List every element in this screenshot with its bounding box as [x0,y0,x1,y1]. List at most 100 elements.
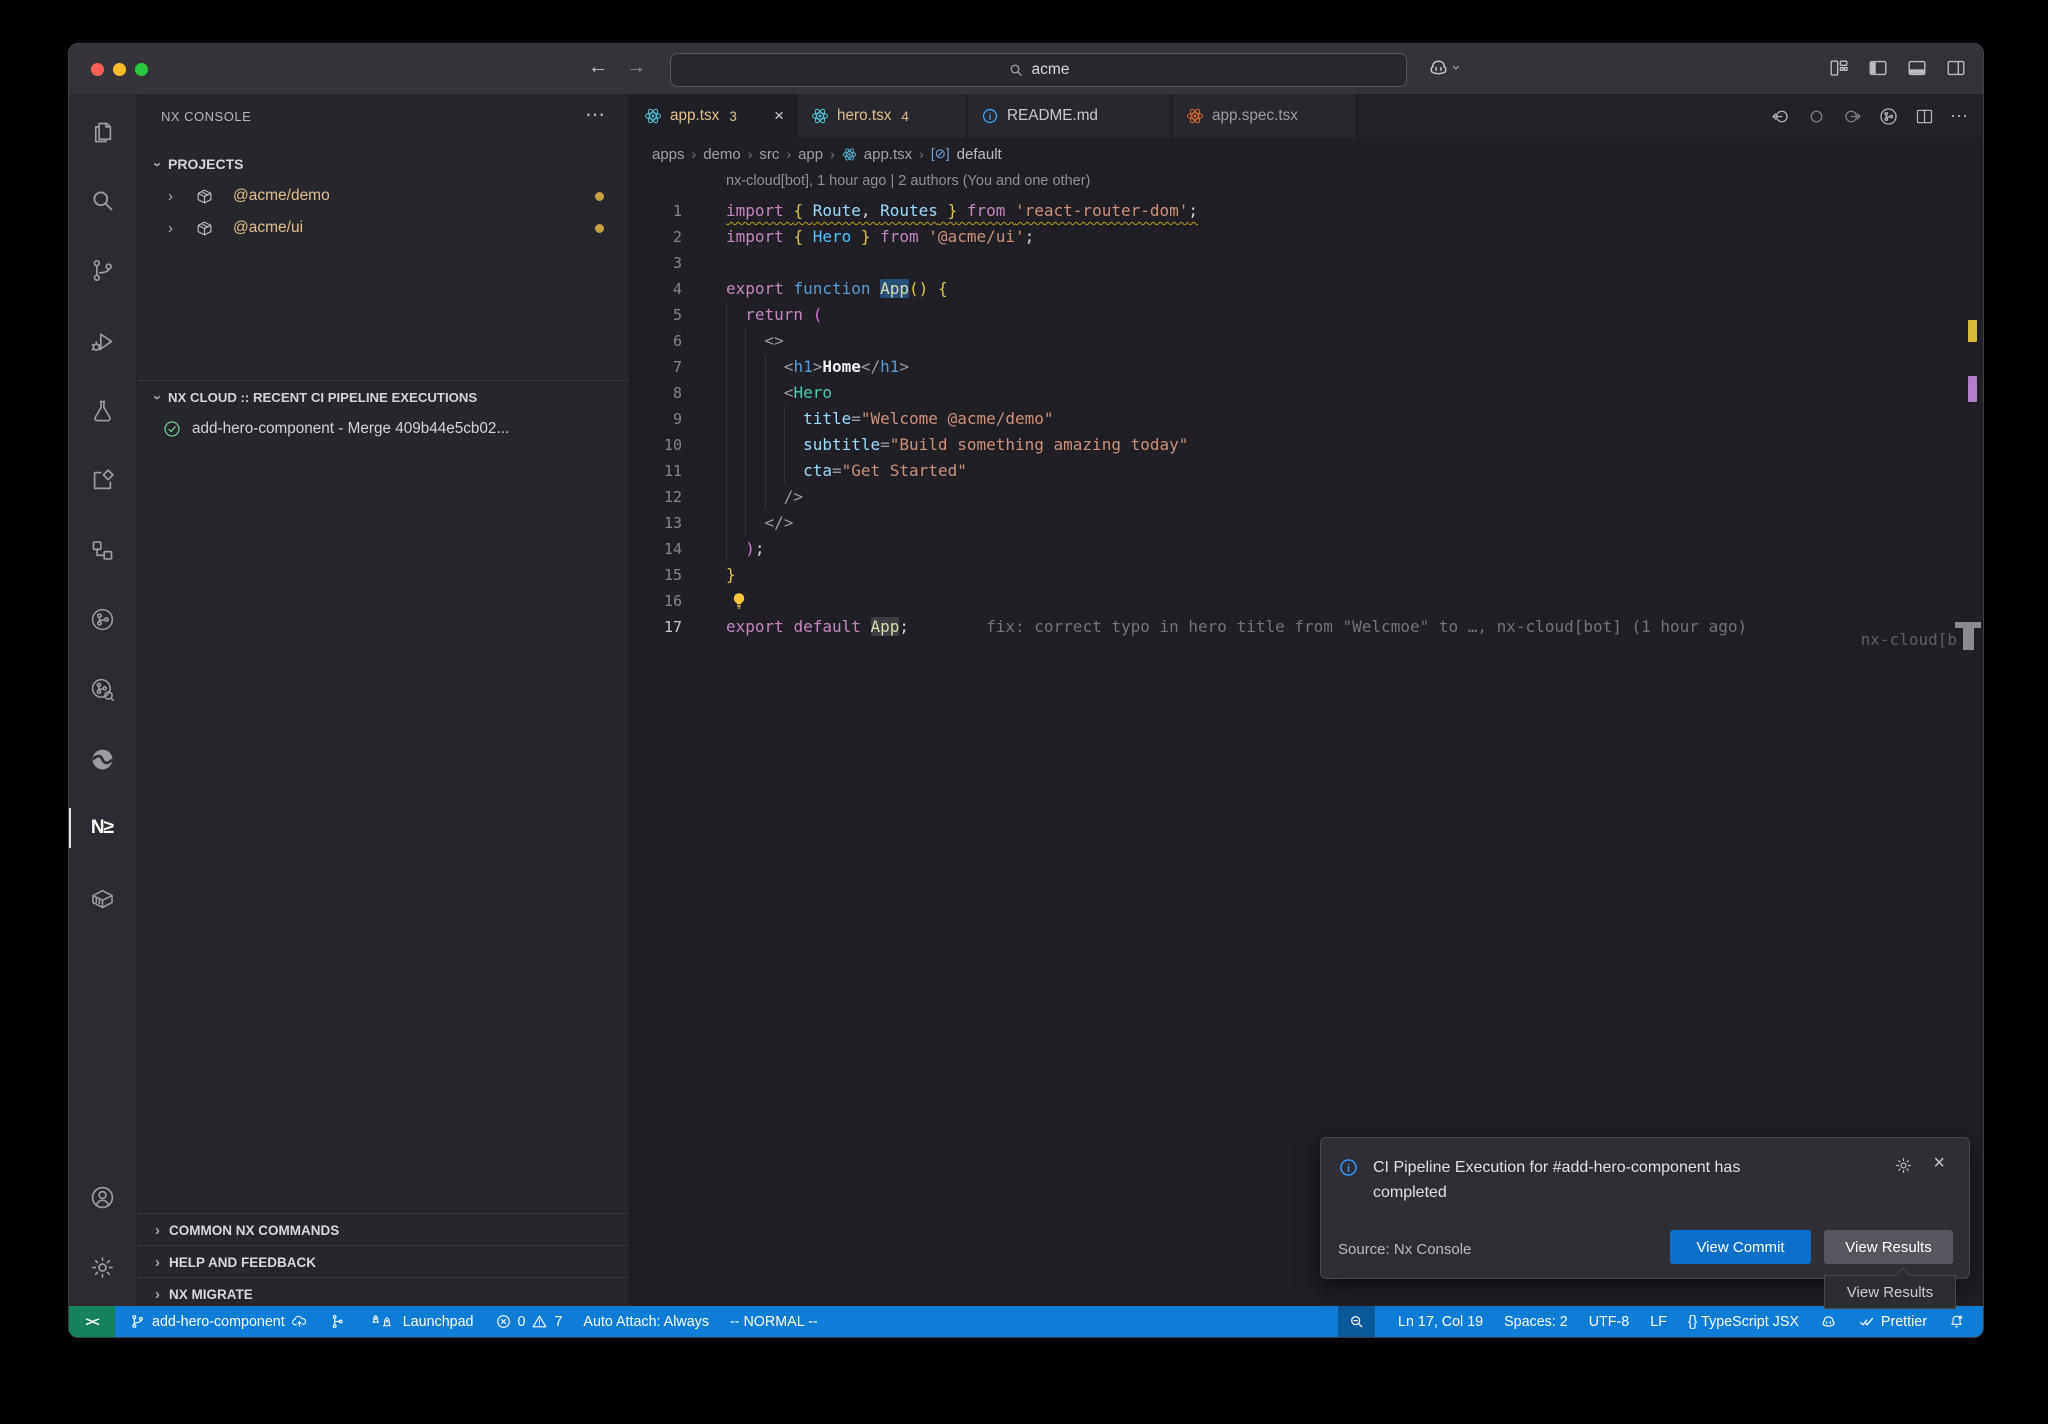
chevron-right-icon: › [155,1254,160,1271]
pipeline-execution-item[interactable]: add-hero-component - Merge 409b44e5cb02.… [137,413,629,445]
activity-source-control[interactable] [78,246,126,294]
codelens-blame[interactable]: nx-cloud[bot], 1 hour ago | 2 authors (Y… [726,173,1090,189]
history-back-button[interactable]: ← [585,56,611,79]
sidebar-pane-title: NX CONSOLE ⋯ [137,94,629,138]
status-git-graph[interactable] [329,1313,346,1330]
modified-dot [595,192,604,201]
toggle-panel-icon[interactable] [1906,57,1928,79]
status-indentation[interactable]: Spaces: 2 [1504,1314,1568,1330]
breadcrumb-item-app[interactable]: app [798,146,823,163]
tab-app.tsx[interactable]: app.tsx3× [630,94,797,138]
notification-settings-icon[interactable] [1894,1156,1913,1175]
customize-layout-icon[interactable] [1828,57,1850,79]
breadcrumb-item-app.tsx[interactable]: app.tsx [864,146,912,163]
close-icon[interactable]: × [1933,1152,1945,1175]
copilot-menu-button[interactable]: › [1427,56,1459,79]
tab-label: README.md [1007,107,1098,125]
tab-hero.tsx[interactable]: hero.tsx4 [797,94,967,138]
nav-back[interactable] [1770,106,1791,127]
toggle-primary-sidebar-icon[interactable] [1867,57,1889,79]
split-editor[interactable] [1914,106,1935,127]
nav-dot[interactable] [1806,106,1827,127]
view-results-button[interactable]: View Results [1824,1230,1953,1264]
search-icon [89,187,116,214]
code-line-9: 9 title="Welcome @acme/demo" [630,406,1983,432]
minimize-window-button[interactable] [113,63,126,76]
status-label: {} TypeScript JSX [1688,1314,1799,1330]
section-nx-cloud[interactable]: › NX CLOUD :: RECENT CI PIPELINE EXECUTI… [137,382,629,412]
activity-explorer[interactable] [78,108,126,156]
activity-nx-graph-focus[interactable] [78,665,126,713]
activity-project-details[interactable] [78,526,126,574]
nx-graph-action[interactable] [1878,106,1899,127]
code-text: return ( [726,302,822,328]
breadcrumb-item-src[interactable]: src [759,146,779,163]
status-branch[interactable]: add-hero-component [129,1313,308,1330]
activity-accounts[interactable] [78,1173,126,1221]
status-copilot[interactable] [1820,1313,1837,1330]
nx-logo-icon: N≥ [91,817,113,839]
status-launchpad[interactable]: Launchpad [367,1313,474,1330]
code-line-3: 3 [630,250,1983,276]
section-nx-migrate[interactable]: › NX MIGRATE [137,1277,629,1306]
nav-forward[interactable] [1842,106,1863,127]
chevron-down-icon: › [1448,65,1465,70]
breadcrumb-item-default[interactable]: default [957,146,1002,163]
source-control-icon [89,257,116,284]
status-auto-attach[interactable]: Auto Attach: Always [583,1314,709,1330]
breadcrumb-item-demo[interactable]: demo [703,146,741,163]
tab-label: app.spec.tsx [1212,107,1298,125]
status-cursor-position[interactable]: Ln 17, Col 19 [1398,1314,1483,1330]
tab-app.spec.tsx[interactable]: app.spec.tsx [1172,94,1357,138]
status-encoding[interactable]: UTF-8 [1589,1314,1630,1330]
project-item-acme-demo[interactable]: › @acme/demo [137,180,629,212]
status-label: Launchpad [403,1314,474,1330]
code-line-5: 5 return ( [630,302,1983,328]
code-line-15: 15} [630,562,1983,588]
status-formatter[interactable]: Prettier [1858,1313,1927,1330]
close-icon[interactable]: × [772,106,786,126]
view-commit-button[interactable]: View Commit [1670,1230,1811,1264]
double-check-icon [1858,1313,1875,1330]
status-eol[interactable]: LF [1650,1314,1667,1330]
problem-badge: 3 [729,109,737,124]
section-projects[interactable]: › PROJECTS [137,149,629,179]
status-notifications[interactable] [1948,1313,1965,1330]
tab-bar: app.tsx3×hero.tsx4README.mdapp.spec.tsx … [630,94,1983,138]
files-icon [89,119,116,146]
close-window-button[interactable] [91,63,104,76]
remote-indicator[interactable]: >< [69,1306,115,1337]
zoom-window-button[interactable] [135,63,148,76]
section-help-and-feedback[interactable]: › HELP AND FEEDBACK [137,1245,629,1278]
status-vim-mode[interactable]: -- NORMAL -- [730,1314,818,1330]
code-line-16: 16 [630,588,1983,614]
activity-extensions[interactable] [78,456,126,504]
activity-run-and-debug[interactable] [78,317,126,365]
project-item-acme-ui[interactable]: › @acme/ui [137,212,629,244]
more-actions-icon[interactable]: ⋯ [585,102,605,127]
command-center-search[interactable]: acme [670,53,1407,87]
more-actions[interactable]: ⋯ [1950,106,1969,127]
activity-manage-settings[interactable] [78,1243,126,1291]
notification-message: CI Pipeline Execution for #add-hero-comp… [1373,1155,1813,1205]
toggle-secondary-sidebar-icon[interactable] [1945,57,1967,79]
tab-README.md[interactable]: README.md [967,94,1172,138]
status-language-mode[interactable]: {} TypeScript JSX [1688,1314,1799,1330]
activity-testing[interactable] [78,386,126,434]
code-text: } [726,562,736,588]
bell-icon [1948,1313,1965,1330]
chevron-right-icon: › [168,220,173,237]
activity-console-swirl[interactable] [78,735,126,783]
code-area[interactable]: nx-cloud[bot], 1 hour ago | 2 authors (Y… [630,170,1983,1306]
activity-containers[interactable] [78,874,126,922]
section-common-nx-commands[interactable]: › COMMON NX COMMANDS [137,1213,629,1246]
breadcrumb-item-apps[interactable]: apps [652,146,685,163]
activity-nx-graph[interactable] [78,595,126,643]
lightbulb-icon[interactable] [728,590,750,612]
activity-nx-console[interactable]: N≥ [78,804,126,852]
activity-search[interactable] [78,176,126,224]
line-number: 2 [630,224,682,250]
status-problems[interactable]: 07 [495,1313,563,1330]
status-zoom[interactable] [1338,1306,1375,1337]
history-forward-button[interactable]: → [623,56,649,79]
